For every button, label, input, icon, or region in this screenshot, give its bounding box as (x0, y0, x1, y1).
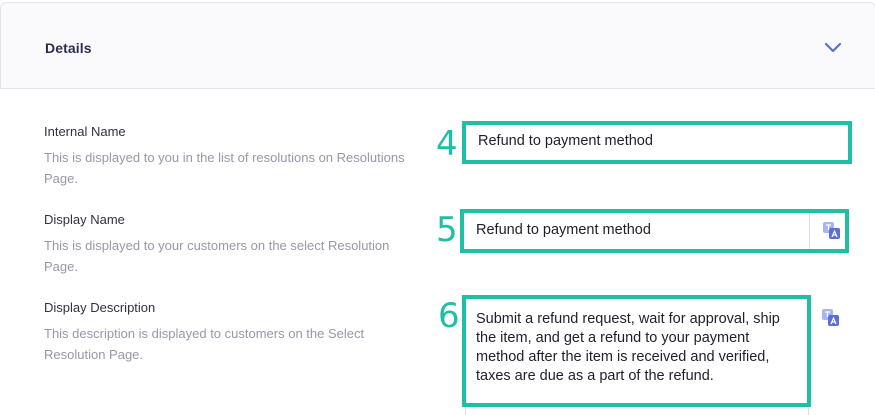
chevron-down-icon[interactable] (823, 39, 843, 55)
section-title: Details (45, 40, 92, 56)
step-number-6: 6 (438, 296, 460, 336)
display-name-label: Display Name (44, 212, 125, 227)
step-number-4: 4 (436, 124, 458, 164)
display-description-label: Display Description (44, 300, 156, 315)
translate-icon[interactable] (820, 307, 842, 329)
step-number-5: 5 (436, 210, 458, 250)
resolution-details-card: Details Internal Name This is displayed … (0, 0, 875, 415)
details-section-header[interactable]: Details (0, 2, 875, 89)
internal-name-input[interactable]: Refund to payment method (462, 121, 852, 164)
display-name-input[interactable]: Refund to payment method (460, 209, 849, 253)
display-name-help: This is displayed to your customers on t… (44, 238, 390, 274)
internal-name-label: Internal Name (44, 124, 126, 139)
display-name-value: Refund to payment method (476, 222, 651, 238)
display-description-textarea[interactable]: Submit a refund request, wait for approv… (462, 295, 811, 407)
display-description-help: This description is displayed to custome… (44, 326, 365, 362)
internal-name-value: Refund to payment method (478, 133, 653, 149)
translate-icon[interactable] (821, 220, 843, 242)
textarea-resize-area (465, 407, 809, 415)
input-addon-divider (809, 213, 810, 249)
internal-name-help: This is displayed to you in the list of … (44, 150, 405, 186)
